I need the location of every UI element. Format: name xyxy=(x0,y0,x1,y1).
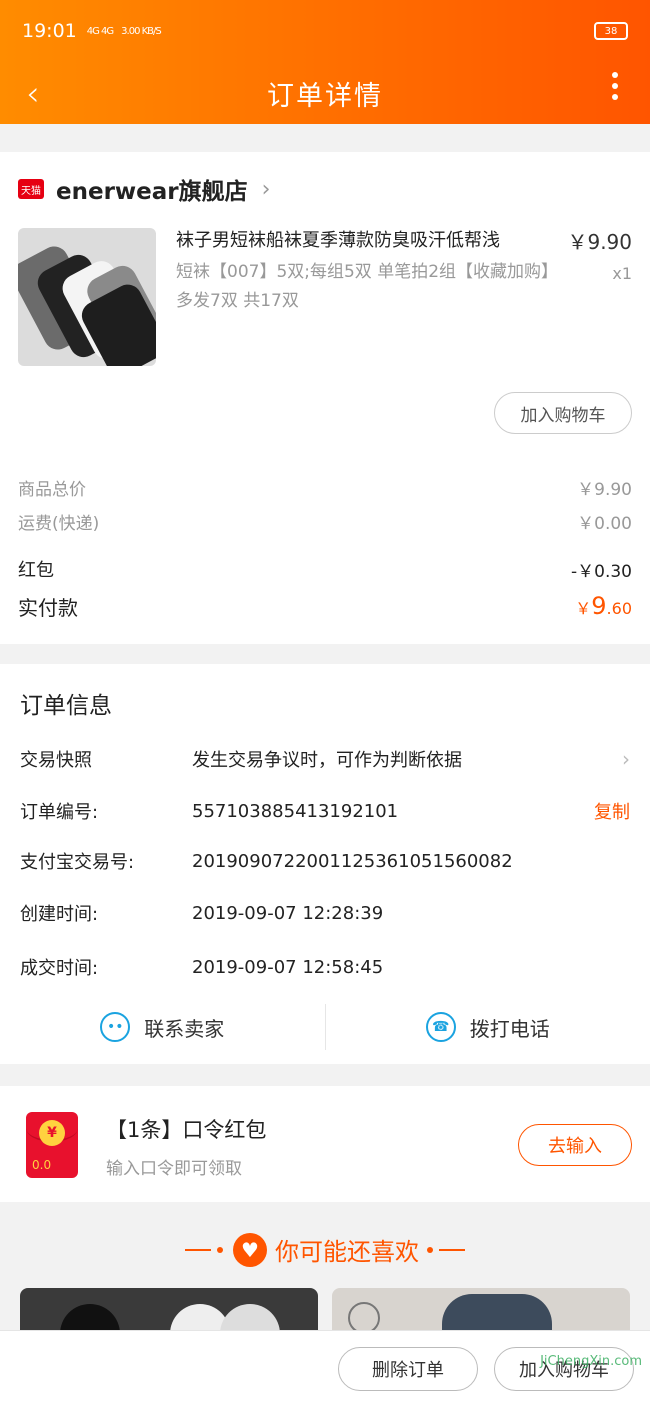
deal-label: 成交时间: xyxy=(20,958,99,979)
chevron-right-icon: › xyxy=(261,176,271,202)
order-info-title: 订单信息 xyxy=(20,693,112,719)
paid-value: ￥9.60 xyxy=(575,592,632,620)
deal-value: 2019-09-07 12:58:45 xyxy=(192,956,384,978)
page-title: 订单详情 xyxy=(267,80,383,112)
store-link[interactable]: 天猫 enerwear旗舰店 › xyxy=(0,152,650,206)
signal-icon: 4G 4G xyxy=(86,25,114,37)
store-name: enerwear旗舰店 xyxy=(56,179,248,205)
deal-row: 成交时间: 2019-09-07 12:58:45 xyxy=(20,954,630,980)
contact-seller-button[interactable]: •• 联系卖家 xyxy=(0,1004,325,1050)
nav-bar: ‹ 订单详情 xyxy=(0,62,650,124)
contact-seller-label: 联系卖家 xyxy=(144,1016,225,1041)
header: 19:01 4G 4G 3.00 KB/S 38 ‹ 订单详情 xyxy=(0,0,650,124)
snapshot-row[interactable]: 交易快照 发生交易争议时，可作为判断依据 › xyxy=(20,746,630,772)
recommend-item[interactable] xyxy=(332,1288,630,1334)
recommend-title: ♥ 你可能还喜欢 xyxy=(0,1232,650,1267)
watermark: JiChengXin.com xyxy=(540,1354,642,1369)
add-to-cart-button[interactable]: 加入购物车 xyxy=(494,392,632,434)
redpacket-value: -￥0.30 xyxy=(571,561,632,582)
product-name: 袜子男短袜船袜夏季薄款防臭吸汗低帮浅 xyxy=(176,230,500,251)
wifi-speed: 3.00 KB/S xyxy=(121,25,162,37)
product-qty: x1 xyxy=(612,264,632,283)
order-no-row: 订单编号: 557103885413192101 复制 xyxy=(20,798,630,824)
product-price: ￥9.90 xyxy=(567,230,632,254)
heart-icon: ♥ xyxy=(233,1232,267,1267)
battery-icon: 38 xyxy=(594,22,628,40)
alipay-row: 支付宝交易号: 2019090722001125361051560082 xyxy=(20,848,630,874)
recommend-item[interactable] xyxy=(20,1288,318,1334)
back-icon[interactable]: ‹ xyxy=(26,74,40,114)
goods-total-value: ￥9.90 xyxy=(577,479,632,500)
created-label: 创建时间: xyxy=(20,904,99,925)
status-bar: 19:01 4G 4G 3.00 KB/S 38 xyxy=(0,0,650,62)
price-summary: 商品总价 ￥9.90 运费(快递) ￥0.00 红包 -￥0.30 实付款 ￥9… xyxy=(18,470,632,626)
created-value: 2019-09-07 12:28:39 xyxy=(192,902,384,924)
product-sku: 短袜【007】5双;每组5双 单笔拍2组【收藏加购】多发7双 共17双 xyxy=(176,262,550,311)
contact-row: •• 联系卖家 ☎ 拨打电话 xyxy=(0,1004,650,1050)
order-no-label: 订单编号: xyxy=(20,802,99,823)
order-info-card: 订单信息 交易快照 发生交易争议时，可作为判断依据 › 订单编号: 557103… xyxy=(0,664,650,1064)
chevron-right-icon: › xyxy=(622,747,630,771)
red-packet-title: 【1条】口令红包 xyxy=(106,1118,267,1142)
call-phone-button[interactable]: ☎ 拨打电话 xyxy=(324,1004,650,1050)
status-time: 19:01 xyxy=(22,20,77,42)
more-icon[interactable] xyxy=(612,72,618,100)
product-image[interactable] xyxy=(18,228,156,366)
order-item-card: 天猫 enerwear旗舰店 › 袜子男短袜船袜夏季薄款防臭吸汗低帮浅 短袜【0… xyxy=(0,152,650,644)
bottom-action-bar: 删除订单 加入购物车 xyxy=(0,1330,650,1408)
product-row[interactable]: 袜子男短袜船袜夏季薄款防臭吸汗低帮浅 短袜【007】5双;每组5双 单笔拍2组【… xyxy=(0,206,650,366)
red-packet-card: ¥ 0.0 【1条】口令红包 输入口令即可领取 去输入 xyxy=(0,1086,650,1202)
order-no-value: 557103885413192101 xyxy=(192,800,399,822)
snapshot-value: 发生交易争议时，可作为判断依据 xyxy=(192,750,462,771)
created-row: 创建时间: 2019-09-07 12:28:39 xyxy=(20,900,630,926)
goods-total-label: 商品总价 xyxy=(18,479,86,500)
enter-code-button[interactable]: 去输入 xyxy=(518,1124,632,1166)
tmall-icon: 天猫 xyxy=(18,179,44,199)
redpacket-label: 红包 xyxy=(18,560,54,581)
delete-order-button[interactable]: 删除订单 xyxy=(338,1347,478,1391)
chat-icon: •• xyxy=(100,1012,131,1042)
shipping-value: ￥0.00 xyxy=(577,513,632,534)
call-phone-label: 拨打电话 xyxy=(469,1016,550,1041)
phone-icon: ☎ xyxy=(425,1012,456,1042)
red-packet-icon: ¥ 0.0 xyxy=(26,1112,78,1178)
red-packet-subtitle: 输入口令即可领取 xyxy=(106,1159,242,1179)
paid-label: 实付款 xyxy=(18,595,78,620)
copy-button[interactable]: 复制 xyxy=(594,798,630,824)
alipay-label: 支付宝交易号: xyxy=(20,852,135,873)
shipping-label: 运费(快递) xyxy=(18,513,100,534)
snapshot-label: 交易快照 xyxy=(20,750,92,771)
alipay-value: 2019090722001125361051560082 xyxy=(192,850,513,872)
